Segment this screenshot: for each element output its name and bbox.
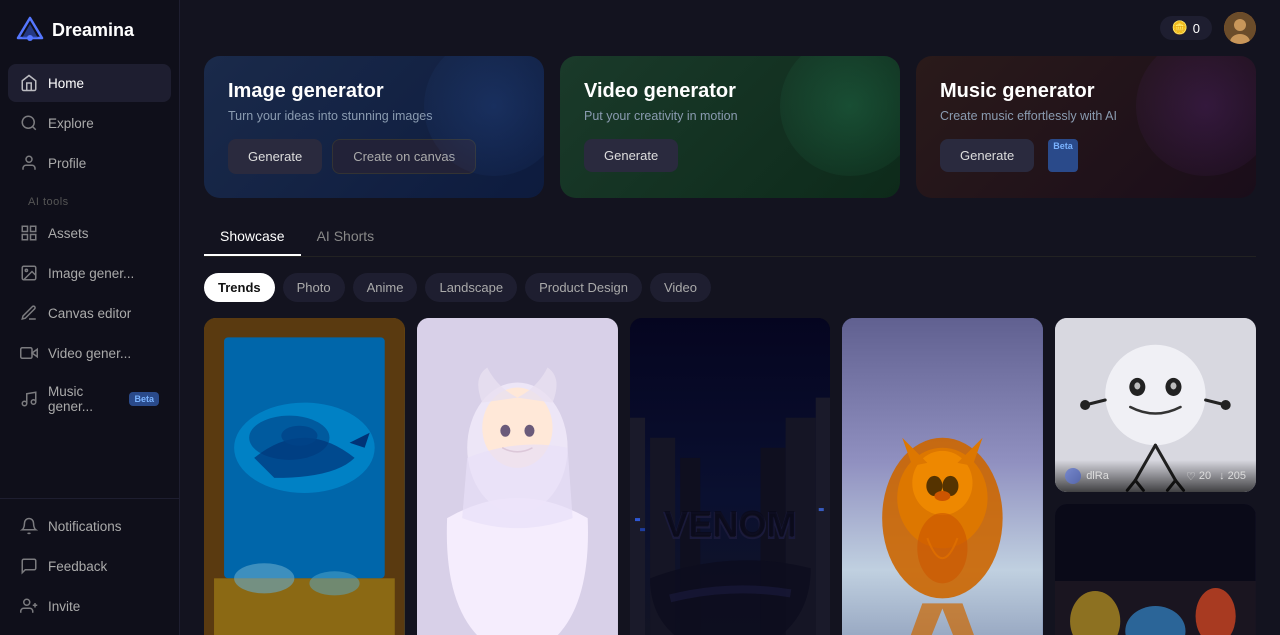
canvas-icon — [20, 304, 38, 322]
image-generator-card: Image generator Turn your ideas into stu… — [204, 56, 544, 198]
filter-product-design[interactable]: Product Design — [525, 273, 642, 302]
tabs-row: Showcase AI Shorts — [204, 218, 1256, 257]
char-likes: ♡ 20 — [1186, 470, 1211, 483]
image-gen-label: Image gener... — [48, 266, 134, 281]
app-name: Dreamina — [52, 20, 134, 41]
nav-music-gen[interactable]: Music gener... Beta — [8, 374, 171, 424]
sidebar: Dreamina Home Explore Profile AI tools — [0, 0, 180, 635]
sidebar-bottom: Notifications Feedback Invite — [0, 498, 179, 635]
topbar: 🪙 0 — [180, 0, 1280, 56]
music-gen-icon — [20, 390, 38, 408]
feedback-icon — [20, 557, 38, 575]
grid-item-venom[interactable]: VENOM VENOM Janet ♡ 95 ↓ 1.3K — [630, 318, 831, 635]
invite-label: Invite — [48, 599, 80, 614]
svg-text:VENOM: VENOM — [664, 503, 796, 544]
grid-right-col: dlRa ♡ 20 ↓ 205 — [1055, 318, 1256, 635]
explore-icon — [20, 114, 38, 132]
canvas-label: Canvas editor — [48, 306, 131, 321]
tab-ai-shorts[interactable]: AI Shorts — [301, 218, 391, 256]
grid-item-whale[interactable]: Janet ♡ 47 ↓ 376 — [204, 318, 405, 635]
video-gen-icon — [20, 344, 38, 362]
assets-label: Assets — [48, 226, 89, 241]
filter-trends[interactable]: Trends — [204, 273, 275, 302]
char-stats: ♡ 20 ↓ 205 — [1186, 470, 1246, 483]
char-overlay: dlRa ♡ 20 ↓ 205 — [1055, 460, 1256, 492]
coin-count: 0 — [1193, 21, 1200, 36]
music-gen-label: Music gener... — [48, 384, 115, 414]
user-dot — [1065, 468, 1081, 484]
feedback-label: Feedback — [48, 559, 107, 574]
explore-label: Explore — [48, 116, 94, 131]
music-generate-button[interactable]: Generate — [940, 139, 1034, 172]
image-grid: Janet ♡ 47 ↓ 376 — [204, 318, 1256, 635]
image-gen-icon — [20, 264, 38, 282]
filter-video[interactable]: Video — [650, 273, 711, 302]
ai-tools-label: AI tools — [8, 184, 171, 214]
nav-explore[interactable]: Explore — [8, 104, 171, 142]
bell-icon — [20, 517, 38, 535]
home-icon — [20, 74, 38, 92]
video-generator-card: Video generator Put your creativity in m… — [560, 56, 900, 198]
assets-icon — [20, 224, 38, 242]
beta-badge: Beta — [129, 392, 159, 406]
coin-badge: 🪙 0 — [1160, 16, 1212, 40]
filter-landscape[interactable]: Landscape — [425, 273, 517, 302]
coin-icon: 🪙 — [1172, 20, 1188, 36]
home-label: Home — [48, 76, 84, 91]
nav-canvas[interactable]: Canvas editor — [8, 294, 171, 332]
char-downloads: ↓ 205 — [1219, 470, 1246, 483]
profile-label: Profile — [48, 156, 86, 171]
generator-row: Image generator Turn your ideas into stu… — [180, 56, 1280, 218]
main-content: 🪙 0 Image generator Turn your ideas into… — [180, 0, 1280, 635]
nav-profile[interactable]: Profile — [8, 144, 171, 182]
logo-icon — [16, 16, 44, 44]
logo-area: Dreamina — [0, 0, 179, 64]
filter-row: Trends Photo Anime Landscape Product Des… — [204, 273, 1256, 302]
tab-showcase[interactable]: Showcase — [204, 218, 301, 256]
filter-photo[interactable]: Photo — [283, 273, 345, 302]
nav-assets[interactable]: Assets — [8, 214, 171, 252]
video-generate-button[interactable]: Generate — [584, 139, 678, 172]
nav-home[interactable]: Home — [8, 64, 171, 102]
nav-video-gen[interactable]: Video gener... — [8, 334, 171, 372]
char-username: dlRa — [1086, 470, 1109, 482]
notifications-label: Notifications — [48, 519, 122, 534]
user-avatar[interactable] — [1224, 12, 1256, 44]
nav-section: Home Explore Profile AI tools Assets — [0, 64, 179, 498]
grid-item-elf[interactable]: Gelyn Lakwatsera ♡ 76 ↓ 1.3K — [417, 318, 618, 635]
video-gen-label: Video gener... — [48, 346, 131, 361]
music-generator-card: Music generator Create music effortlessl… — [916, 56, 1256, 198]
grid-item-bottom-right[interactable] — [1055, 504, 1256, 635]
nav-invite[interactable]: Invite — [8, 587, 171, 625]
nav-notifications[interactable]: Notifications — [8, 507, 171, 545]
nav-image-gen[interactable]: Image gener... — [8, 254, 171, 292]
grid-item-cat[interactable]: wendi X ♡ 60 ↓ 1.4K — [842, 318, 1043, 635]
filter-anime[interactable]: Anime — [353, 273, 418, 302]
image-generate-button[interactable]: Generate — [228, 139, 322, 174]
nav-feedback[interactable]: Feedback — [8, 547, 171, 585]
showcase-area: Showcase AI Shorts Trends Photo Anime La… — [180, 218, 1280, 635]
char-user: dlRa — [1065, 468, 1109, 484]
profile-icon — [20, 154, 38, 172]
invite-icon — [20, 597, 38, 615]
music-beta-badge: Beta — [1048, 139, 1078, 172]
grid-item-char[interactable]: dlRa ♡ 20 ↓ 205 — [1055, 318, 1256, 492]
